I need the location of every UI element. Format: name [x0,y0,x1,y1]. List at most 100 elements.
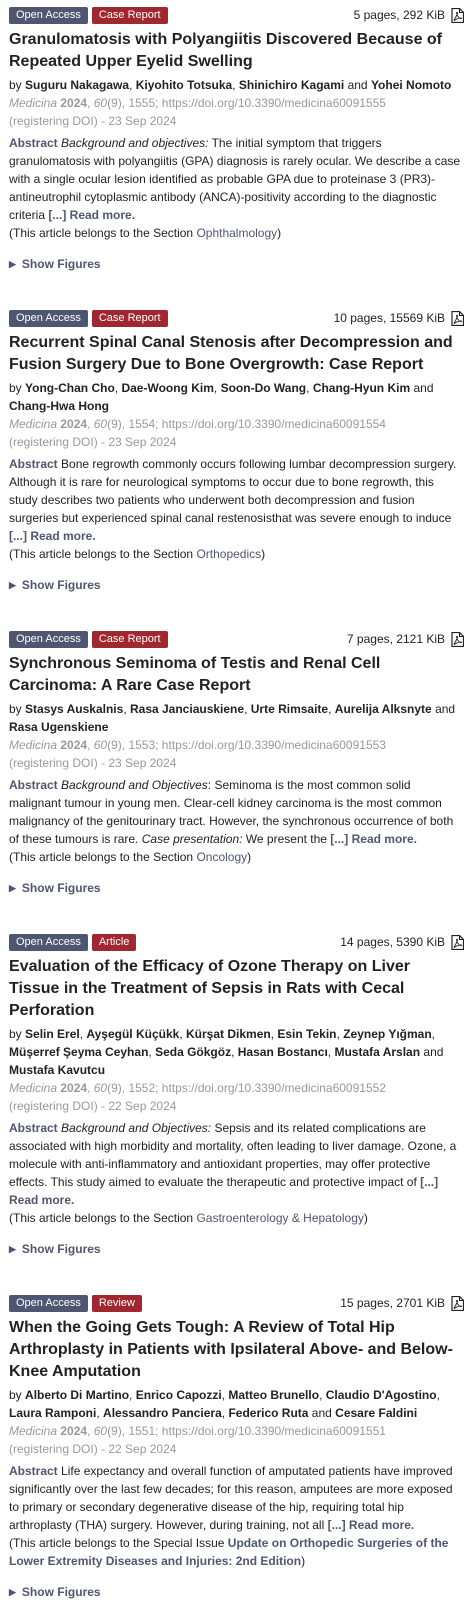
citation-doi[interactable]: (9), 1555; https://doi.org/10.3390/medic… [107,96,386,110]
show-figures-toggle[interactable]: ▶ Show Figures [9,255,464,273]
author-link[interactable]: Federico Ruta [228,1406,308,1420]
open-access-badge[interactable]: Open Access [9,1294,88,1312]
article-type-badge[interactable]: Case Report [91,6,168,24]
author-link[interactable]: Alberto Di Martino [25,1388,129,1402]
section-suffix: ) [247,850,252,864]
show-figures-toggle[interactable]: ▶ Show Figures [9,576,464,594]
article-title[interactable]: When the Going Gets Tough: A Review of T… [9,1317,464,1383]
pdf-file-icon[interactable] [451,631,464,647]
journal-name: Medicina [9,417,58,431]
section-suffix: ) [301,1554,306,1568]
section-link[interactable]: Ophthalmology [196,226,277,240]
author-link[interactable]: Chang-Hwa Hong [9,399,109,413]
author-link[interactable]: Rasa Ugenskiene [9,720,108,734]
section-link[interactable]: Oncology [196,850,247,864]
author-link[interactable]: Enrico Capozzi [136,1388,222,1402]
author-link[interactable]: Mustafa Kavutcu [9,1063,105,1077]
pdf-file-icon[interactable] [451,1295,464,1311]
read-more-link[interactable]: [...] Read more. [330,832,417,846]
author-link[interactable]: Müşerref Şeyma Ceyhan [9,1045,148,1059]
page-count-size: 14 pages, 5390 KiB [340,935,445,949]
citation-doi[interactable]: (9), 1551; https://doi.org/10.3390/medic… [107,1424,386,1438]
article-abstract: Abstract Background and Objectives: Seps… [9,1119,464,1209]
author-link[interactable]: Esin Tekin [277,1027,336,1041]
triangle-right-icon: ▶ [9,1244,16,1254]
citation-doi[interactable]: (9), 1552; https://doi.org/10.3390/medic… [107,1081,386,1095]
article-title[interactable]: Evaluation of the Efficacy of Ozone Ther… [9,956,464,1022]
read-more-link[interactable]: [...] Read more. [48,208,135,222]
article-section: (This article belongs to the Section Oph… [9,224,464,242]
author-link[interactable]: Hasan Bostancı [238,1045,328,1059]
pdf-file-icon[interactable] [451,7,464,23]
article-title[interactable]: Recurrent Spinal Canal Stenosis after De… [9,332,464,376]
author-link[interactable]: Stasys Auskalnis [25,702,123,716]
article-citation: Medicina 2024, 60(9), 1552; https://doi.… [9,1081,386,1095]
read-more-link[interactable]: [...] Read more. [328,1518,415,1532]
author-link[interactable]: Seda Gökgöz [155,1045,231,1059]
author-link[interactable]: Chang-Hyun Kim [313,381,410,395]
open-access-badge[interactable]: Open Access [9,933,88,951]
citation-doi[interactable]: (9), 1553; https://doi.org/10.3390/medic… [107,738,386,752]
citation-date: (registering DOI) - 22 Sep 2024 [9,1099,177,1113]
open-access-badge[interactable]: Open Access [9,6,88,24]
abstract-text-2: We present the [242,832,331,846]
citation-date: (registering DOI) - 23 Sep 2024 [9,435,177,449]
journal-volume: 60 [93,738,108,752]
abstract-label: Abstract [9,1464,58,1478]
author-link[interactable]: Suguru Nakagawa [25,78,129,92]
author-link[interactable]: Aurelija Alksnyte [335,702,432,716]
pdf-file-icon[interactable] [451,310,464,326]
article-authors: by Selin Erel, Ayşegül Küçükk, Kürşat Di… [9,1027,444,1077]
and-word: and [311,1406,332,1420]
journal-year: 2024 [60,1081,88,1095]
citation-doi[interactable]: (9), 1554; https://doi.org/10.3390/medic… [107,417,386,431]
section-link[interactable]: Gastroenterology & Hepatology [196,1211,363,1225]
author-link[interactable]: Matteo Brunello [228,1388,319,1402]
author-link[interactable]: Selin Erel [25,1027,80,1041]
article-title[interactable]: Synchronous Seminoma of Testis and Renal… [9,653,464,697]
author-link[interactable]: Yohei Nomoto [371,78,451,92]
read-more-link[interactable]: [...] Read more. [9,529,96,543]
show-figures-toggle[interactable]: ▶ Show Figures [9,879,464,897]
section-link[interactable]: Orthopedics [196,547,261,561]
author-link[interactable]: Kiyohito Totsuka [136,78,232,92]
author-link[interactable]: Soon-Do Wang [221,381,307,395]
triangle-right-icon: ▶ [9,580,16,590]
author-link[interactable]: Claudio D'Agostino [326,1388,437,1402]
section-suffix: ) [363,1211,368,1225]
author-link[interactable]: Alessandro Panciera [103,1406,222,1420]
author-link[interactable]: Shinichiro Kagami [239,78,344,92]
show-figures-label: Show Figures [21,257,101,271]
author-link[interactable]: Rasa Janciauskiene [130,702,244,716]
open-access-badge[interactable]: Open Access [9,630,88,648]
show-figures-toggle[interactable]: ▶ Show Figures [9,1583,464,1601]
article-abstract: Abstract Background and objectives: The … [9,134,464,224]
article-authors: by Stasys Auskalnis, Rasa Janciauskiene,… [9,702,456,734]
section-prefix: (This article belongs to the Section [9,547,197,561]
author-link[interactable]: Yong-Chan Cho [25,381,115,395]
pdf-file-icon[interactable] [451,934,464,950]
page-count-size: 7 pages, 2121 KiB [346,632,445,646]
article-type-badge[interactable]: Article [91,933,137,951]
author-link[interactable]: Zeynep Yığman [343,1027,431,1041]
article-section: (This article belongs to the Section Gas… [9,1209,464,1227]
article-citation: Medicina 2024, 60(9), 1551; https://doi.… [9,1424,386,1438]
show-figures-toggle[interactable]: ▶ Show Figures [9,1240,464,1258]
article-title[interactable]: Granulomatosis with Polyangiitis Discove… [9,29,464,73]
author-link[interactable]: Laura Ramponi [9,1406,96,1420]
article-abstract: Abstract Life expectancy and overall fun… [9,1462,464,1534]
open-access-badge[interactable]: Open Access [9,309,88,327]
article-item: Open Access Article 14 pages, 5390 KiB E… [9,927,464,1258]
article-type-badge[interactable]: Review [91,1294,142,1312]
author-link[interactable]: Urte Rimsaite [251,702,328,716]
article-type-badge[interactable]: Case Report [91,630,168,648]
and-word: and [423,1045,444,1059]
article-list: Open Access Case Report 5 pages, 292 KiB… [0,0,474,1601]
author-link[interactable]: Ayşegül Küçükk [86,1027,179,1041]
author-link[interactable]: Mustafa Arslan [334,1045,420,1059]
article-type-badge[interactable]: Case Report [91,309,168,327]
author-link[interactable]: Kürşat Dikmen [186,1027,271,1041]
journal-volume: 60 [93,1424,108,1438]
author-link[interactable]: Dae-Woong Kim [121,381,213,395]
author-link[interactable]: Cesare Faldini [335,1406,417,1420]
